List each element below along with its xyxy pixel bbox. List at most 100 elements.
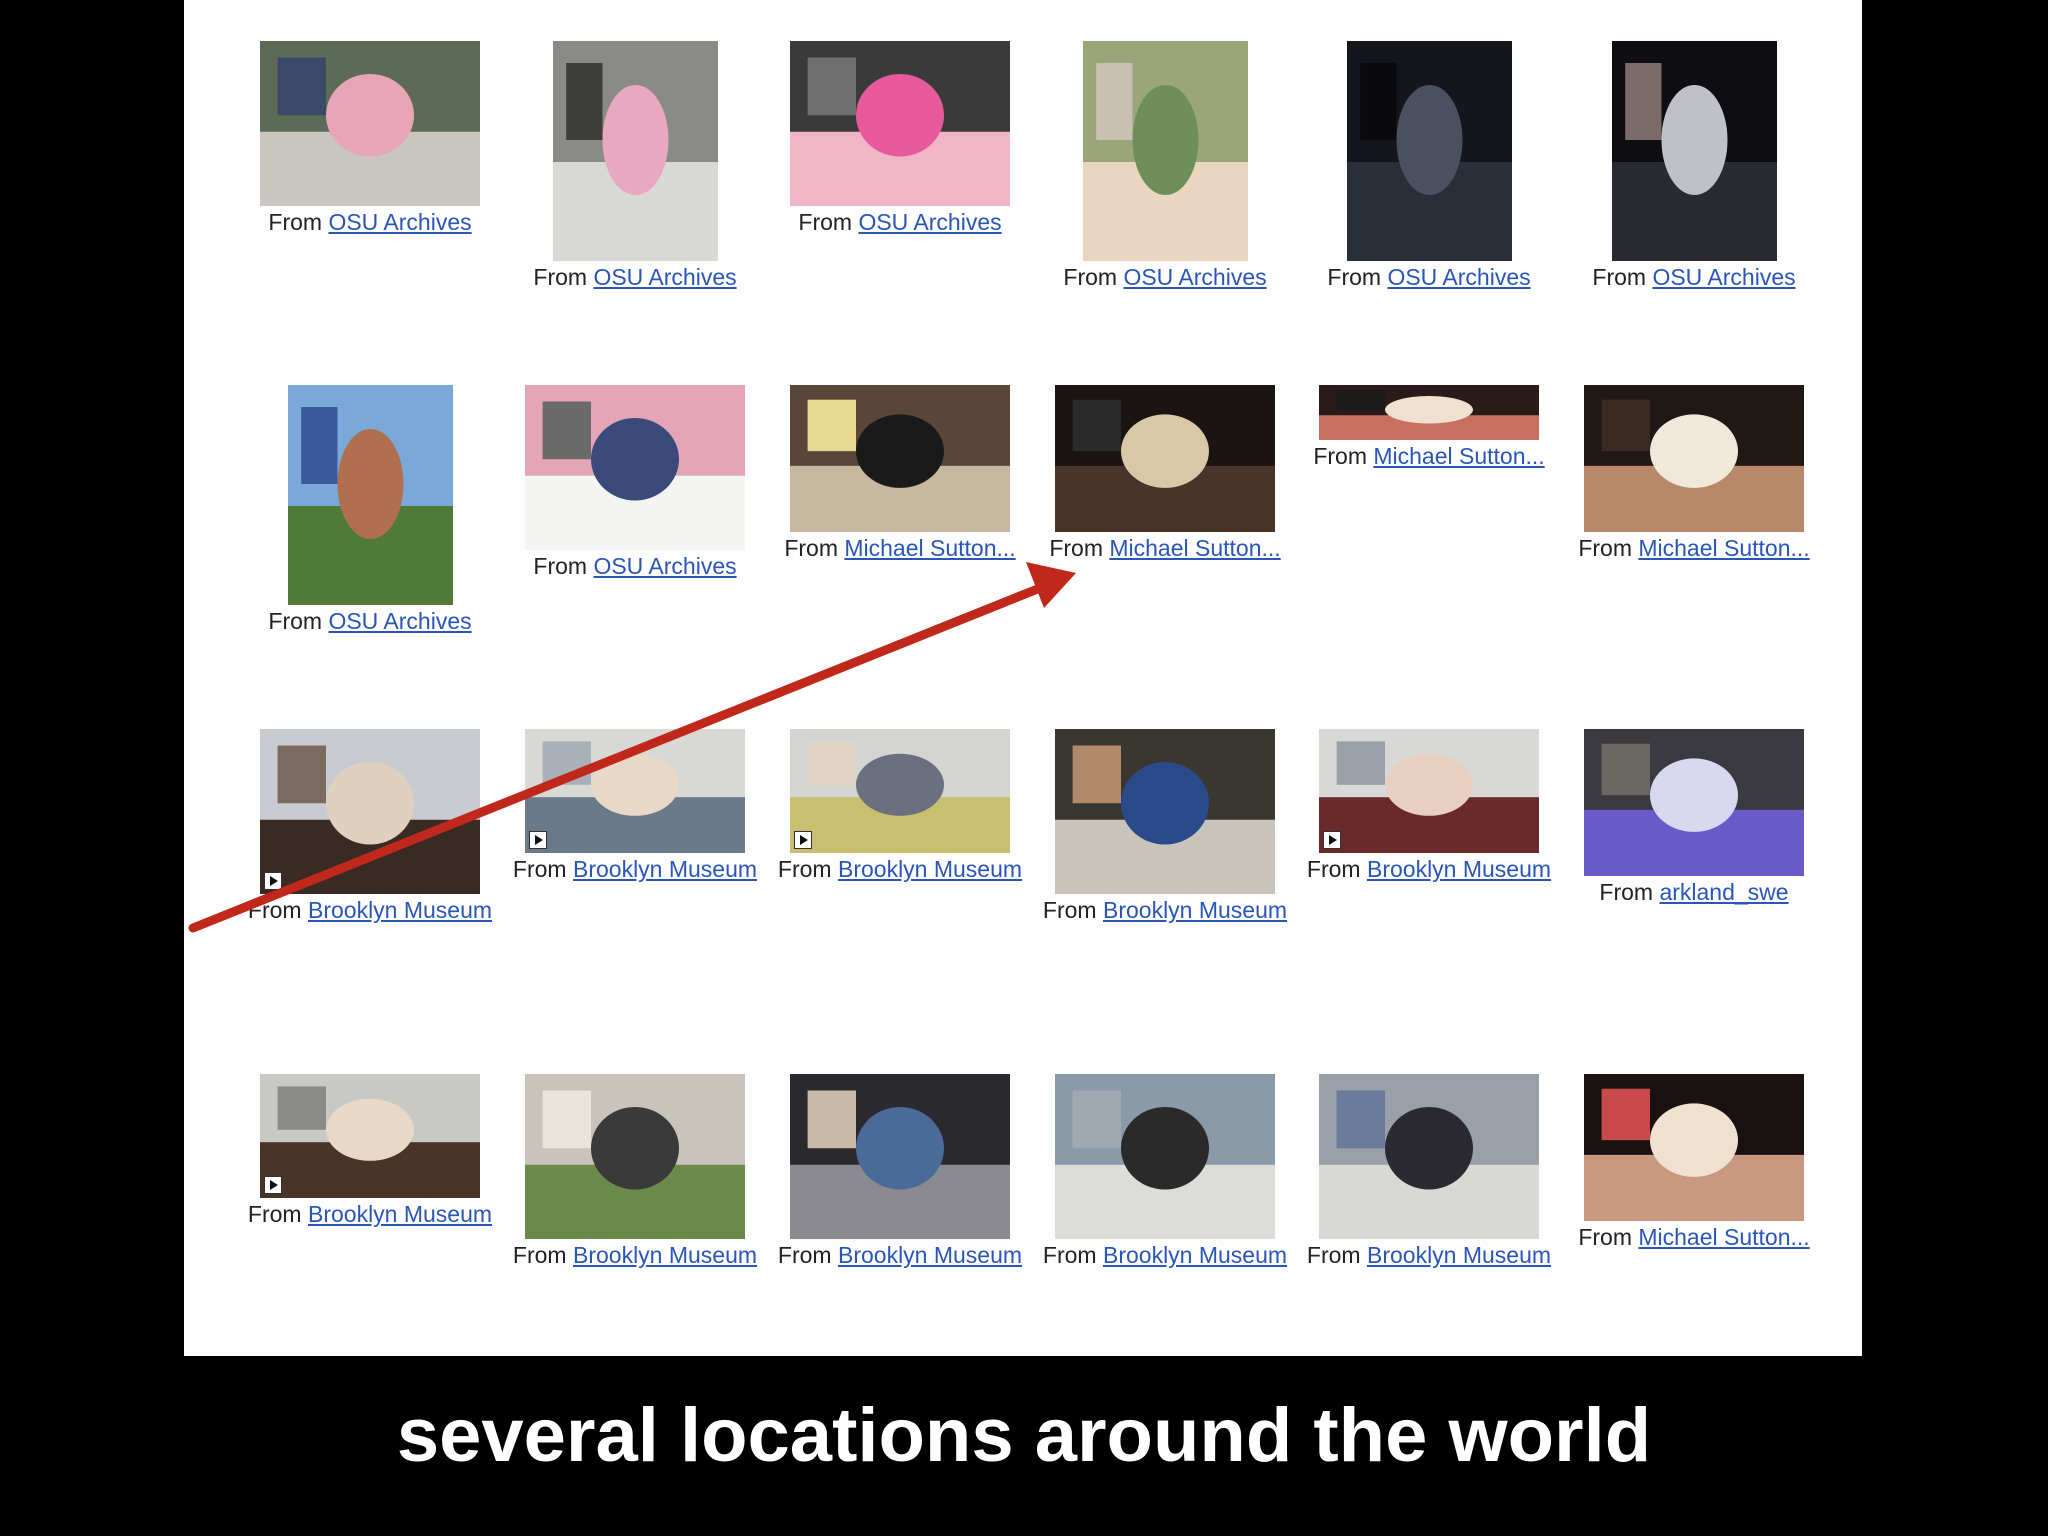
source-link[interactable]: OSU Archives [593, 264, 736, 290]
source-link[interactable]: Brooklyn Museum [1103, 1242, 1287, 1268]
photo-thumbnail[interactable] [260, 1074, 480, 1198]
photo-thumbnail[interactable] [1055, 1074, 1275, 1239]
source-link[interactable]: Brooklyn Museum [1367, 856, 1551, 882]
photo-shape [565, 63, 602, 140]
photo-shape [1601, 1088, 1650, 1141]
source-link[interactable]: Brooklyn Museum [1367, 1242, 1551, 1268]
caption-prefix: From [1042, 897, 1103, 923]
photo-shape [1624, 63, 1661, 140]
photo-cell: From Michael Sutton... [1562, 1074, 1826, 1252]
source-link[interactable]: Brooklyn Museum [573, 856, 757, 882]
caption-prefix: From [1313, 443, 1374, 469]
photo-shape [1336, 390, 1385, 410]
photo-thumbnail[interactable] [1319, 729, 1539, 853]
source-link[interactable]: Brooklyn Museum [308, 1201, 492, 1227]
photo-thumbnail[interactable] [287, 385, 453, 605]
photo-shape [856, 74, 944, 157]
source-link[interactable]: Brooklyn Museum [308, 897, 492, 923]
photo-shape [1385, 753, 1473, 816]
photo-shape [1650, 414, 1738, 488]
source-link[interactable]: OSU Archives [593, 553, 736, 579]
play-icon [794, 831, 812, 849]
photo-thumbnail[interactable] [1082, 41, 1248, 261]
source-link[interactable]: OSU Archives [1652, 264, 1795, 290]
photo-thumbnail[interactable] [1055, 385, 1275, 532]
photo-thumbnail[interactable] [1584, 385, 1804, 532]
caption-prefix: From [1063, 264, 1124, 290]
photo-shape [326, 1098, 414, 1161]
caption-prefix: From [1049, 535, 1110, 561]
source-link[interactable]: Brooklyn Museum [573, 1242, 757, 1268]
photo-shape [591, 753, 679, 816]
photo-caption: From Brooklyn Museum [238, 1200, 502, 1229]
photo-thumbnail[interactable] [260, 729, 480, 894]
photo-shape [300, 407, 337, 484]
photo-thumbnail[interactable] [1611, 41, 1777, 261]
photo-shape [1095, 63, 1132, 140]
photo-thumbnail[interactable] [525, 729, 745, 853]
caption-prefix: From [247, 897, 308, 923]
source-link[interactable]: Michael Sutton... [844, 535, 1015, 561]
photo-thumbnail[interactable] [1346, 41, 1512, 261]
photo-thumbnail[interactable] [790, 385, 1010, 532]
photo-caption: From OSU Archives [1033, 263, 1297, 292]
play-icon [264, 872, 282, 890]
caption-prefix: From [1306, 1242, 1367, 1268]
photo-caption: From Brooklyn Museum [503, 1241, 767, 1270]
photo-thumbnail[interactable] [1584, 729, 1804, 876]
photo-cell: From Brooklyn Museum [1033, 729, 1297, 925]
photo-thumbnail[interactable] [790, 1074, 1010, 1239]
photo-shape [1601, 399, 1650, 452]
photo-shape [1121, 762, 1209, 845]
photo-thumbnail[interactable] [1319, 385, 1539, 440]
photo-caption: From Brooklyn Museum [1033, 1241, 1297, 1270]
source-link[interactable]: arkland_swe [1659, 879, 1788, 905]
source-link[interactable]: Michael Sutton... [1638, 1224, 1809, 1250]
play-icon [1323, 831, 1341, 849]
photo-cell: From Brooklyn Museum [503, 729, 767, 884]
photo-shape [1650, 758, 1738, 832]
source-link[interactable]: Michael Sutton... [1373, 443, 1544, 469]
photo-shape [591, 1107, 679, 1190]
source-link[interactable]: OSU Archives [328, 209, 471, 235]
play-icon [264, 1176, 282, 1194]
photo-shape [1132, 85, 1198, 195]
photo-cell: From OSU Archives [503, 385, 767, 581]
caption-prefix: From [784, 535, 845, 561]
source-link[interactable]: Brooklyn Museum [838, 856, 1022, 882]
source-link[interactable]: OSU Archives [858, 209, 1001, 235]
photo-shape [1072, 399, 1121, 452]
photo-cell: From Brooklyn Museum [238, 729, 502, 925]
source-link[interactable]: OSU Archives [1123, 264, 1266, 290]
photo-caption: From OSU Archives [1297, 263, 1561, 292]
source-link[interactable]: Brooklyn Museum [1103, 897, 1287, 923]
caption-prefix: From [247, 1201, 308, 1227]
photo-thumbnail[interactable] [1319, 1074, 1539, 1239]
photo-thumbnail[interactable] [260, 41, 480, 206]
photo-shape [856, 753, 944, 816]
photo-cell: From arkland_swe [1562, 729, 1826, 907]
photo-shape [856, 1107, 944, 1190]
photo-caption: From Brooklyn Museum [238, 896, 502, 925]
photo-cell: From Michael Sutton... [1562, 385, 1826, 563]
photo-thumbnail[interactable] [790, 729, 1010, 853]
source-link[interactable]: OSU Archives [328, 608, 471, 634]
source-link[interactable]: OSU Archives [1387, 264, 1530, 290]
caption-prefix: From [533, 553, 594, 579]
photo-cell: From Michael Sutton... [1033, 385, 1297, 563]
photo-thumbnail[interactable] [1584, 1074, 1804, 1221]
photo-thumbnail[interactable] [552, 41, 718, 261]
caption-prefix: From [268, 608, 329, 634]
photo-thumbnail[interactable] [1055, 729, 1275, 894]
photo-cell: From Brooklyn Museum [1033, 1074, 1297, 1270]
photo-thumbnail[interactable] [525, 385, 745, 550]
photo-caption: From Brooklyn Museum [1297, 855, 1561, 884]
caption-prefix: From [798, 209, 859, 235]
source-link[interactable]: Michael Sutton... [1638, 535, 1809, 561]
source-link[interactable]: Michael Sutton... [1109, 535, 1280, 561]
photo-cell: From Brooklyn Museum [768, 729, 1032, 884]
photo-thumbnail[interactable] [790, 41, 1010, 206]
photo-caption: From Brooklyn Museum [768, 855, 1032, 884]
source-link[interactable]: Brooklyn Museum [838, 1242, 1022, 1268]
photo-thumbnail[interactable] [525, 1074, 745, 1239]
